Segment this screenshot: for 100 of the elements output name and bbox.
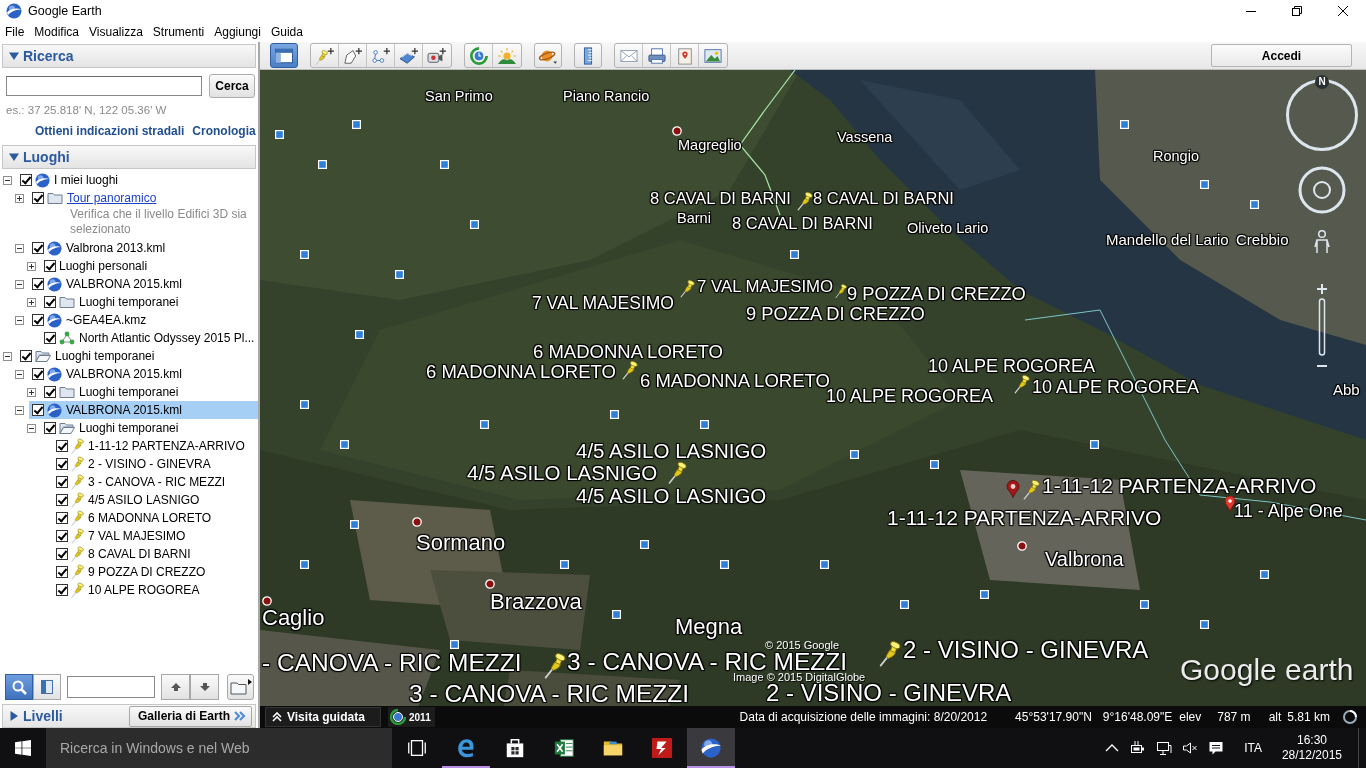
search-panel-header[interactable]: Ricerca [2,44,256,68]
tree-row[interactable]: VALBRONA 2015.kml [29,275,258,293]
tree-row[interactable]: 1-11-12 PARTENZA-ARRIVO [53,437,258,455]
move-down-button[interactable] [190,674,219,700]
tree-row[interactable]: 7 VAL MAJESIMO [53,527,258,545]
placemark-label: 6 MADONNA LORETO [533,344,723,360]
taskbar-app-button[interactable] [687,728,735,768]
checkbox[interactable] [20,350,32,362]
language-button[interactable]: ITA [1236,728,1270,768]
menu-item[interactable]: Guida [265,25,306,39]
menu-item[interactable]: Strumenti [147,25,208,39]
expand-toggle[interactable] [27,297,36,307]
tree-row[interactable]: Luoghi temporanei [41,293,258,311]
checkbox[interactable] [32,278,44,290]
expand-toggle[interactable] [15,193,24,203]
tree-row[interactable]: 2 - VISINO - GINEVRA [53,455,258,473]
checkbox[interactable] [56,476,68,488]
collapse-toggle[interactable] [15,279,24,289]
tree-row[interactable]: Luoghi temporanei [17,347,258,365]
panel-view-toggle[interactable] [33,674,61,700]
checkbox[interactable] [56,440,68,452]
tree-row[interactable]: 8 CAVAL DI BARNI [53,545,258,563]
tree-row[interactable]: ~GEA4EA.kmz [29,311,258,329]
tree-label: Luoghi personali [59,259,148,273]
collapse-toggle[interactable] [15,243,24,253]
tree-row[interactable]: 4/5 ASILO LASNIGO [53,491,258,509]
checkbox[interactable] [20,174,32,186]
placemark-label: 4/5 ASILO LASNIGO [467,464,658,482]
tree-row[interactable]: Valbrona 2013.kml [29,239,258,257]
tree-row[interactable]: 6 MADONNA LORETO [53,509,258,527]
guided-tour-button[interactable]: Visita guidata [265,707,381,727]
checkbox[interactable] [32,242,44,254]
layers-panel-header[interactable]: Livelli Galleria di Earth [2,704,256,728]
photo-marker-icon [700,420,709,429]
item-description: Verifica che il livello Edifici 3D sia selezionato [70,207,248,238]
tree-row[interactable]: 10 ALPE ROGOREA [53,581,258,599]
checkbox[interactable] [44,332,56,344]
tree-row[interactable]: Luoghi personali [41,257,258,275]
planets-button[interactable] [534,43,562,68]
menu-item[interactable]: Aggiungi [209,25,264,39]
checkbox[interactable] [32,314,44,326]
checkbox[interactable] [56,548,68,560]
tree-row[interactable]: Luoghi temporanei [41,419,258,437]
tree-row[interactable]: 3 - CANOVA - RIC MEZZI [53,473,258,491]
expand-toggle[interactable] [27,387,36,397]
clock-button[interactable]: 16:30 28/12/2015 [1273,728,1350,768]
checkbox[interactable] [56,512,68,524]
timeline-button[interactable]: 2011 [388,707,435,727]
tree-row[interactable]: VALBRONA 2015.kml [29,401,258,419]
collapse-toggle[interactable] [3,351,12,361]
search-view-toggle[interactable] [5,674,33,700]
places-search-field[interactable] [67,676,155,698]
checkbox[interactable] [44,260,56,272]
collapse-toggle[interactable] [3,175,12,185]
placemark-label: 9 POZZA DI CREZZO [847,286,1026,302]
photo-marker-icon [395,270,404,279]
elevation-label: elev [1179,710,1202,724]
checkbox[interactable] [44,386,56,398]
checkbox[interactable] [44,422,56,434]
collapse-toggle[interactable] [15,405,24,415]
collapse-toggle[interactable] [15,369,24,379]
expand-toggle[interactable] [27,261,36,271]
checkbox[interactable] [56,566,68,578]
collapse-toggle[interactable] [15,315,24,325]
sign-in-button[interactable]: Accedi [1211,44,1352,67]
folder-menu-button[interactable] [227,674,254,700]
look-joystick-icon[interactable] [1298,166,1346,214]
checkbox[interactable] [32,404,44,416]
placemark-label: 4/5 ASILO LASNIGO [576,487,767,505]
link[interactable]: Ottieni indicazioni stradali [35,124,185,138]
menu-item[interactable]: Modifica [29,25,83,39]
checkbox[interactable] [56,530,68,542]
checkbox[interactable] [56,458,68,470]
checkbox[interactable] [32,368,44,380]
menu-item[interactable]: File [0,25,28,39]
link[interactable]: Cronologia [192,124,256,138]
tree-row[interactable]: 9 POZZA DI CREZZO [53,563,258,581]
gallery-button[interactable]: Galleria di Earth [128,705,252,727]
move-up-button[interactable] [161,674,190,700]
pegman-icon[interactable] [1314,230,1330,254]
ruler-button[interactable] [574,43,602,68]
checkbox[interactable] [32,192,44,204]
checkbox[interactable] [44,296,56,308]
tree-row[interactable]: Tour panoramico [29,189,258,207]
tree-row[interactable]: North Atlantic Odyssey 2015 Pl... [41,329,258,347]
tree-link[interactable]: Tour panoramico [67,191,157,205]
tree-row[interactable]: I miei luoghi [17,171,258,189]
search-field[interactable] [6,76,202,96]
collapse-toggle[interactable] [27,423,36,433]
checkbox[interactable] [56,584,68,596]
taskbar-search-field[interactable]: Ricerca in Windows e nel Web [46,728,392,768]
checkbox[interactable] [56,494,68,506]
sidebar-toggle-button[interactable] [270,43,298,68]
menu-item[interactable]: Visualizza [84,25,146,39]
open-folder-icon [59,421,75,435]
photo-marker-icon [300,400,309,409]
tree-row[interactable]: VALBRONA 2015.kml [29,365,258,383]
places-panel-header[interactable]: Luoghi [2,145,256,169]
search-button[interactable]: Cerca [209,74,255,98]
tree-row[interactable]: Luoghi temporanei [41,383,258,401]
